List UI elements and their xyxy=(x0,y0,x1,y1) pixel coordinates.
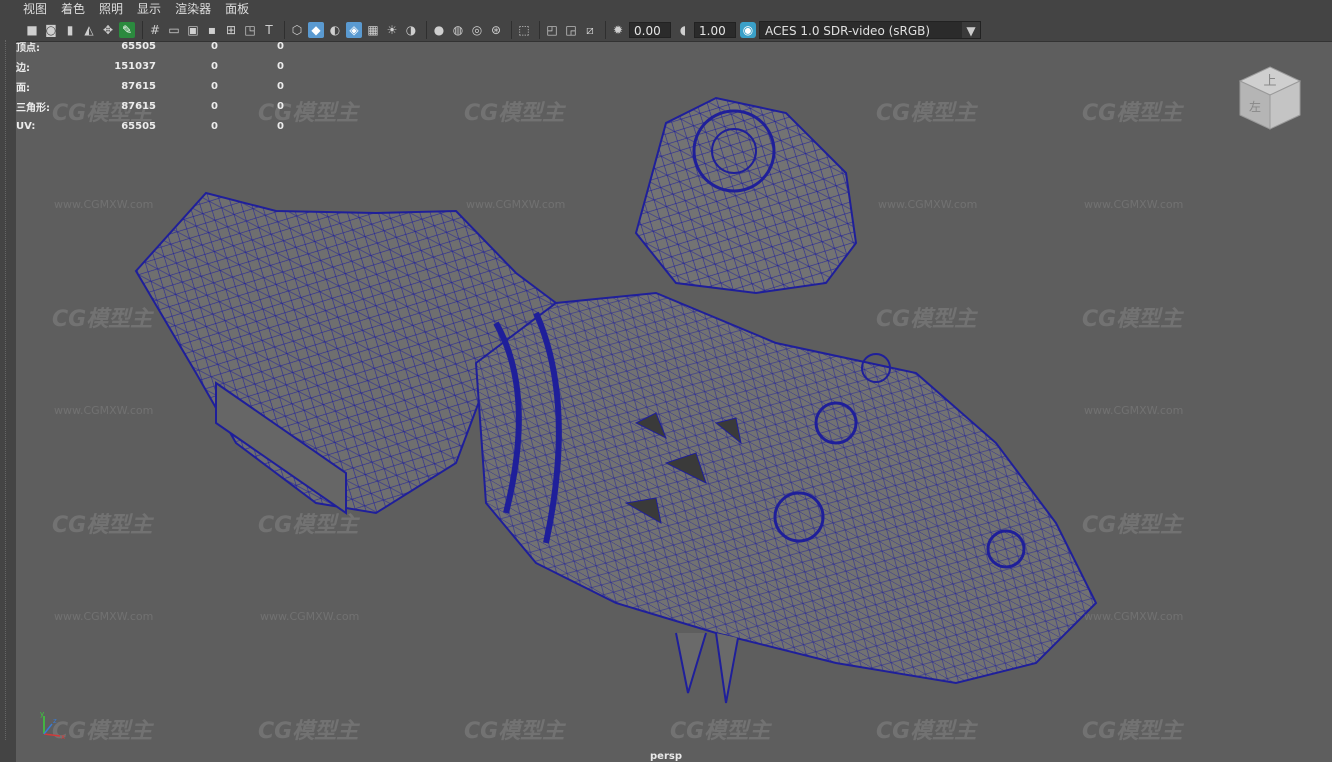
backface-culling-icon[interactable]: ⧄ xyxy=(582,22,598,38)
hud-label: UV: xyxy=(16,120,36,132)
toolbar-separator xyxy=(284,20,285,39)
watermark: CG模型主 xyxy=(876,719,977,744)
hud-value: 0 xyxy=(277,60,284,72)
hud-value: 65505 xyxy=(121,40,156,52)
color-space-dropdown[interactable]: ACES 1.0 SDR-video (sRGB) ▼ xyxy=(759,20,981,39)
xray-joints-icon[interactable]: ◲ xyxy=(563,22,579,38)
view-cube-left-label: 左 xyxy=(1249,99,1261,114)
axis-x-label: x xyxy=(61,733,65,740)
xray-icon[interactable]: ◰ xyxy=(544,22,560,38)
toolbar-separator xyxy=(539,20,540,39)
hud-value: 0 xyxy=(211,100,218,112)
watermark: CG模型主 xyxy=(876,101,977,126)
hud-value: 0 xyxy=(277,100,284,112)
watermark: CG模型主 xyxy=(52,307,153,332)
hud-value: 0 xyxy=(277,120,284,132)
toolbar-separator xyxy=(605,20,606,39)
hud-row: UV: 65505 0 0 xyxy=(16,116,284,136)
anti-aliasing-icon[interactable]: ◎ xyxy=(469,22,485,38)
watermark: CG模型主 xyxy=(1082,307,1183,332)
hud-label: 面: xyxy=(16,82,30,94)
watermark-url: www.CGMXW.com xyxy=(466,198,566,211)
watermark-url: www.CGMXW.com xyxy=(54,198,154,211)
hud-label: 三角形: xyxy=(16,102,50,114)
watermark: CG模型主 xyxy=(1082,513,1183,538)
hud-row: 面: 87615 0 0 xyxy=(16,76,284,96)
watermark: CG模型主 xyxy=(258,513,359,538)
hud-label: 边: xyxy=(16,62,30,74)
color-space-value: ACES 1.0 SDR-video (sRGB) xyxy=(765,23,931,38)
watermark-url: www.CGMXW.com xyxy=(54,404,154,417)
axis-gizmo: x y z xyxy=(38,710,68,744)
isolate-select-icon[interactable]: ⬚ xyxy=(516,22,532,38)
hud-label: 顶点: xyxy=(16,42,40,54)
watermark: CG模型主 xyxy=(670,719,771,744)
hud-row: 三角形: 87615 0 0 xyxy=(16,96,284,116)
menu-shading[interactable]: 着色 xyxy=(54,0,92,18)
exposure-field[interactable]: 0.00 xyxy=(629,21,671,38)
exposure-icon[interactable]: ✹ xyxy=(610,22,626,38)
hud-row: 顶点: 65505 0 0 xyxy=(16,36,284,56)
watermark: CG模型主 xyxy=(464,719,565,744)
view-cube-icon[interactable]: 上 左 xyxy=(1238,63,1302,133)
toolbar-separator xyxy=(426,20,427,39)
default-material-icon[interactable]: ◐ xyxy=(327,22,343,38)
menu-show[interactable]: 显示 xyxy=(130,0,168,18)
view-cube-top-label: 上 xyxy=(1263,74,1276,89)
watermark: CG模型主 xyxy=(258,719,359,744)
panel-menu-bar: 视图 着色 照明 显示 渲染器 面板 xyxy=(16,0,1332,18)
wireframe-on-shaded-icon[interactable]: ◈ xyxy=(346,21,362,38)
watermark-url: www.CGMXW.com xyxy=(1084,404,1184,417)
left-shelf-strip xyxy=(0,0,17,762)
chevron-down-icon[interactable]: ▼ xyxy=(962,21,980,38)
watermark: CG模型主 xyxy=(876,307,977,332)
depth-of-field-icon[interactable]: ⊛ xyxy=(488,22,504,38)
watermark: CG模型主 xyxy=(1082,101,1183,126)
watermark-url: www.CGMXW.com xyxy=(1084,198,1184,211)
gamma-icon[interactable]: ◖ xyxy=(675,22,691,38)
menu-lighting[interactable]: 照明 xyxy=(92,0,130,18)
menu-renderer[interactable]: 渲染器 xyxy=(168,0,218,18)
perspective-viewport[interactable]: CG模型主 CG模型主 CG模型主 CG模型主 CG模型主 www.CGMXW.… xyxy=(16,43,1332,762)
hud-value: 65505 xyxy=(121,120,156,132)
watermark: CG模型主 xyxy=(52,513,153,538)
hud-value: 0 xyxy=(211,60,218,72)
gamma-field[interactable]: 1.00 xyxy=(694,21,736,38)
poly-count-hud: 顶点: 65505 0 0 边: 151037 0 0 面: 87615 0 0… xyxy=(16,36,284,136)
hud-value: 0 xyxy=(211,80,218,92)
watermark-url: www.CGMXW.com xyxy=(54,610,154,623)
hud-value: 87615 xyxy=(121,80,156,92)
watermark-url: www.CGMXW.com xyxy=(1084,610,1184,623)
axis-y-label: y xyxy=(40,710,44,718)
watermark-url: www.CGMXW.com xyxy=(260,610,360,623)
hud-value: 0 xyxy=(211,40,218,52)
view-cube[interactable]: 上 左 xyxy=(1238,63,1302,137)
hud-value: 0 xyxy=(277,80,284,92)
smooth-shade-icon[interactable]: ◆ xyxy=(308,21,324,38)
toolbar-separator xyxy=(511,20,512,39)
watermark-url: www.CGMXW.com xyxy=(878,198,978,211)
shadows-icon[interactable]: ◑ xyxy=(403,22,419,38)
wireframe-icon[interactable]: ⬡ xyxy=(289,22,305,38)
menu-view[interactable]: 视图 xyxy=(16,0,54,18)
ambient-occlusion-icon[interactable]: ● xyxy=(431,22,447,38)
textured-icon[interactable]: ▦ xyxy=(365,22,381,38)
shelf-grip[interactable] xyxy=(5,40,10,740)
camera-name: persp xyxy=(650,751,682,762)
hud-value: 0 xyxy=(277,40,284,52)
hud-row: 边: 151037 0 0 xyxy=(16,56,284,76)
axis-z-label: z xyxy=(53,717,57,725)
hud-value: 0 xyxy=(211,120,218,132)
color-management-icon[interactable]: ◉ xyxy=(740,21,756,38)
motion-blur-icon[interactable]: ◍ xyxy=(450,22,466,38)
lights-icon[interactable]: ☀ xyxy=(384,22,400,38)
watermark: CG模型主 xyxy=(1082,719,1183,744)
menu-panels[interactable]: 面板 xyxy=(218,0,256,18)
watermark: CG模型主 xyxy=(464,101,565,126)
hud-value: 151037 xyxy=(114,60,156,72)
model-wireframe xyxy=(134,96,1098,704)
hud-value: 87615 xyxy=(121,100,156,112)
